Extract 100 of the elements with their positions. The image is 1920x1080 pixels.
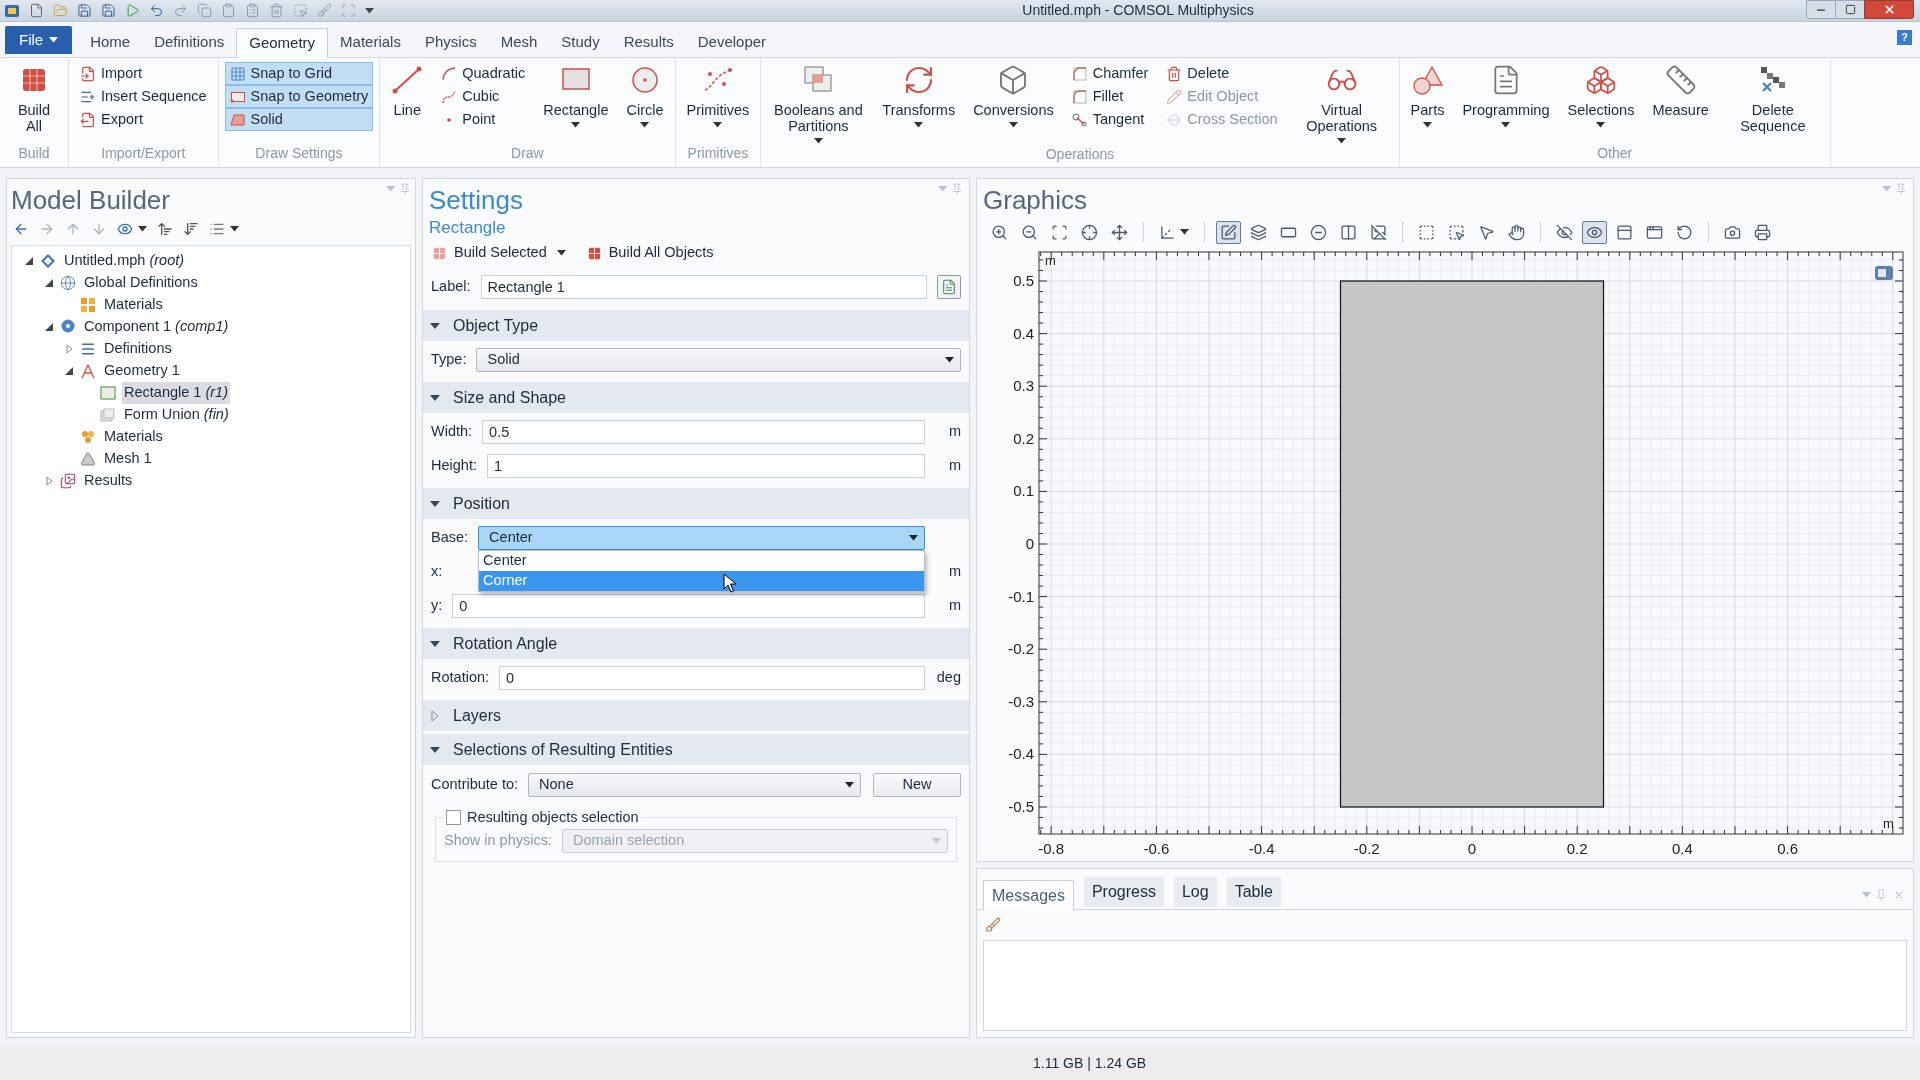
help-button[interactable]: ?: [1897, 30, 1912, 45]
ribbon-button[interactable]: Line: [386, 62, 429, 118]
ribbon-button[interactable]: Export: [75, 108, 212, 131]
save-button[interactable]: [101, 3, 116, 18]
close-button[interactable]: [1864, 0, 1914, 19]
ribbon-button[interactable]: Delete Sequence: [1721, 62, 1824, 134]
ribbon-tab[interactable]: Results: [611, 27, 686, 57]
ribbon-button[interactable]: Solid: [224, 108, 374, 131]
ribbon-button[interactable]: Snap to Geometry: [224, 85, 374, 108]
eye-button[interactable]: [117, 221, 147, 237]
text-field[interactable]: 0.5: [482, 420, 925, 444]
dashed-square-icon: [1418, 223, 1435, 241]
ribbon-button[interactable]: Import: [75, 62, 212, 85]
ribbon-button[interactable]: Insert Sequence: [75, 85, 212, 108]
tree-item[interactable]: Untitled.mph (root): [62, 250, 187, 272]
panel-title: Model Builder: [11, 184, 170, 217]
tree-item[interactable]: Geometry 1: [102, 360, 182, 382]
ribbon-button[interactable]: Point: [436, 108, 531, 131]
clipboard-button[interactable]: [221, 3, 236, 18]
ribbon-button[interactable]: Booleans and Partitions: [767, 62, 870, 144]
notes-button[interactable]: [937, 275, 961, 299]
ribbon-button[interactable]: Selections: [1562, 62, 1640, 128]
dropdown-select[interactable]: Solid: [476, 348, 961, 372]
ribbon-button[interactable]: Circle: [621, 62, 669, 128]
ribbon-button[interactable]: Virtual Operations: [1290, 62, 1393, 144]
file-menu-button[interactable]: File: [5, 26, 73, 54]
ribbon-button[interactable]: Rectangle: [538, 62, 614, 128]
section-header[interactable]: Rotation Angle: [423, 628, 969, 659]
sort-up-button[interactable]: [157, 221, 173, 237]
dropdown-option[interactable]: Center: [479, 551, 924, 571]
ribbon-button[interactable]: Programming: [1457, 62, 1555, 128]
undo-button[interactable]: [149, 3, 164, 18]
ribbon-button[interactable]: Parts: [1405, 62, 1450, 128]
tree-item[interactable]: Mesh 1: [102, 448, 154, 470]
arrow-right-icon: [39, 221, 55, 237]
clipboard-button[interactable]: [245, 3, 260, 18]
panel-tab[interactable]: Log: [1173, 877, 1217, 907]
file-button[interactable]: [29, 3, 44, 18]
ribbon-tab[interactable]: Physics: [412, 27, 489, 57]
ribbon-tab[interactable]: Study: [549, 27, 612, 57]
section-header[interactable]: Position: [423, 488, 969, 519]
field-label: Base:: [431, 528, 469, 548]
section-header[interactable]: Size and Shape: [423, 382, 969, 413]
ribbon-button[interactable]: Delete: [1161, 62, 1283, 85]
dropdown-select[interactable]: None: [528, 773, 861, 797]
list-button[interactable]: [209, 221, 239, 237]
panel-tab[interactable]: Progress: [1083, 877, 1164, 907]
ribbon-button[interactable]: Fillet: [1066, 85, 1154, 108]
panel-tab[interactable]: Messages: [983, 880, 1074, 910]
label-field[interactable]: Rectangle 1: [480, 275, 927, 299]
toolbar-button[interactable]: Build All Objects: [587, 242, 714, 264]
toolbar-button[interactable]: [1582, 220, 1607, 244]
panel-tab[interactable]: Table: [1226, 877, 1281, 907]
minimize-button[interactable]: [1806, 0, 1836, 19]
ribbon-button[interactable]: Transforms: [877, 62, 961, 128]
maximize-button[interactable]: [1836, 0, 1864, 19]
tree-item[interactable]: Component 1 (comp1): [82, 316, 231, 338]
ribbon-tab[interactable]: Materials: [328, 27, 413, 57]
caret-icon: [845, 782, 854, 788]
section-header[interactable]: Selections of Resulting Entities: [423, 734, 969, 765]
clear-button[interactable]: [985, 917, 1001, 933]
tree-item[interactable]: Global Definitions: [82, 272, 200, 294]
tree-item[interactable]: Materials: [102, 426, 165, 448]
checkbox[interactable]: [446, 810, 461, 826]
view-cube-icon[interactable]: [1875, 266, 1893, 280]
ribbon-button[interactable]: Cubic: [436, 85, 531, 108]
ribbon-button[interactable]: Quadratic: [436, 62, 531, 85]
toolbar-button[interactable]: Build Selected: [433, 242, 566, 264]
save-button[interactable]: [77, 3, 92, 18]
ribbon-button[interactable]: Tangent: [1066, 108, 1154, 131]
ribbon-button[interactable]: Conversions: [968, 62, 1059, 128]
ribbon-tab[interactable]: Definitions: [142, 27, 237, 57]
ribbon-button[interactable]: Snap to Grid: [224, 62, 374, 85]
ribbon-button[interactable]: Chamfer: [1066, 62, 1154, 85]
ribbon-tab[interactable]: Mesh: [488, 27, 550, 57]
tree-item[interactable]: Form Union (fin): [122, 404, 231, 426]
ribbon-button: Edit Object: [1161, 85, 1283, 108]
sort-down-button[interactable]: [183, 221, 199, 237]
toolbar-button[interactable]: [1216, 220, 1241, 244]
text-field[interactable]: 0: [452, 594, 925, 618]
panel-icon: [1616, 223, 1633, 241]
ribbon-button[interactable]: Measure: [1647, 62, 1714, 118]
ribbon-tab[interactable]: Geometry: [236, 28, 329, 58]
ribbon-tab[interactable]: Developer: [685, 27, 779, 57]
panel-title: Settings: [429, 184, 523, 217]
dropdown-select[interactable]: Center: [478, 526, 925, 550]
section-header[interactable]: Object Type: [423, 310, 969, 341]
text-field[interactable]: 1: [486, 454, 925, 478]
arrow-left-button[interactable]: [13, 221, 29, 237]
ribbon-button[interactable]: Primitives: [681, 62, 755, 128]
tree-item[interactable]: Rectangle 1 (r1): [122, 382, 230, 404]
play-button[interactable]: [125, 3, 140, 18]
new-button[interactable]: New: [873, 773, 961, 797]
ribbon-tab[interactable]: Home: [78, 27, 143, 57]
tree-item[interactable]: Results: [82, 470, 135, 492]
tree-item[interactable]: Materials: [102, 294, 165, 316]
ribbon-button[interactable]: Build All: [6, 62, 62, 134]
tree-item[interactable]: Definitions: [102, 338, 174, 360]
section-header[interactable]: Layers: [423, 700, 969, 731]
text-field[interactable]: 0: [499, 666, 925, 690]
